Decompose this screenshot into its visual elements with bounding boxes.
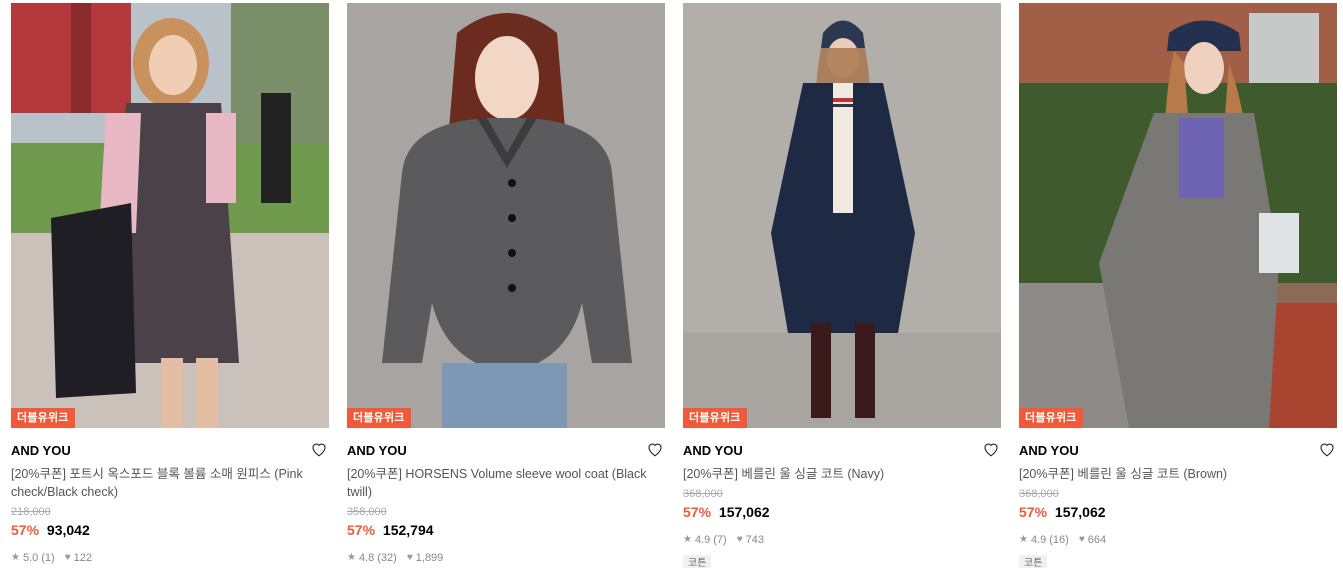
rating-count: (16) [1049,534,1069,546]
discount-rate: 57% [11,522,40,538]
like-count: 1,899 [415,552,444,564]
heart-filled-icon: ♥ [1078,534,1085,545]
sale-price: 152,794 [382,522,434,538]
rating-count: (1) [41,552,55,564]
product-image[interactable]: 더블유위크 [683,3,1001,428]
product-name[interactable]: [20%쿠폰] 베를린 울 싱글 코트 (Brown) [1019,465,1337,483]
promo-badge: 더블유위크 [1019,408,1083,428]
promo-badge: 더블유위크 [347,408,411,428]
review-meta: ★ 4.8 (32) ♥ 1,899 [347,551,665,565]
promo-badge: 더블유위크 [683,408,747,428]
original-price: 218,000 [11,506,51,518]
star-icon: ★ [347,552,356,563]
price-row: 57% 157,062 [1019,503,1337,521]
rating: 4.9 [694,534,711,546]
heart-outline-icon[interactable] [310,440,328,458]
rating-count: (32) [377,552,397,564]
product-name[interactable]: [20%쿠폰] 포트시 옥스포드 블록 볼륨 소매 원피스 (Pink chec… [11,465,329,501]
sale-price: 157,062 [1054,504,1106,520]
star-icon: ★ [11,552,20,563]
heart-filled-icon: ♥ [406,552,413,563]
product-grid: 더블유위크 AND YOU [20%쿠폰] 포트시 옥스포드 블록 볼륨 소매 … [0,0,1343,568]
original-price: 358,000 [347,506,387,518]
heart-outline-icon[interactable] [646,440,664,458]
heart-outline-icon[interactable] [982,440,1000,458]
like-count: 122 [73,552,93,564]
product-name[interactable]: [20%쿠폰] 베를린 울 싱글 코트 (Navy) [683,465,1001,483]
rating: 4.9 [1030,534,1047,546]
product-image[interactable]: 더블유위크 [1019,3,1337,428]
rating: 5.0 [22,552,39,564]
product-image[interactable]: 더블유위크 [347,3,665,428]
product-tag: 코튼 [1019,555,1048,568]
rating: 4.8 [358,552,375,564]
review-meta: ★ 4.9 (7) ♥ 743 [683,533,1001,547]
price-row: 57% 152,794 [347,521,665,539]
original-price: 368,000 [683,488,723,500]
price-row: 57% 157,062 [683,503,1001,521]
review-meta: ★ 4.9 (16) ♥ 664 [1019,533,1337,547]
like-count: 743 [745,534,765,546]
discount-rate: 57% [347,522,376,538]
product-card[interactable]: 더블유위크 AND YOU [20%쿠폰] 베를린 울 싱글 코트 (Navy)… [683,3,1001,568]
product-card[interactable]: 더블유위크 AND YOU [20%쿠폰] 포트시 옥스포드 블록 볼륨 소매 … [11,3,329,565]
brand-name[interactable]: AND YOU [1019,442,1337,460]
brand-name[interactable]: AND YOU [11,442,329,460]
promo-badge: 더블유위크 [11,408,75,428]
discount-rate: 57% [1019,504,1048,520]
review-meta: ★ 5.0 (1) ♥ 122 [11,551,329,565]
product-card[interactable]: 더블유위크 AND YOU [20%쿠폰] 베를린 울 싱글 코트 (Brown… [1019,3,1337,568]
rating-count: (7) [713,534,727,546]
sale-price: 93,042 [46,522,90,538]
product-name[interactable]: [20%쿠폰] HORSENS Volume sleeve wool coat … [347,465,665,501]
heart-outline-icon[interactable] [1318,440,1336,458]
price-row: 57% 93,042 [11,521,329,539]
heart-filled-icon: ♥ [64,552,71,563]
heart-filled-icon: ♥ [736,534,743,545]
star-icon: ★ [1019,534,1028,545]
brand-name[interactable]: AND YOU [347,442,665,460]
star-icon: ★ [683,534,692,545]
product-tag: 코튼 [683,555,712,568]
discount-rate: 57% [683,504,712,520]
original-price: 368,000 [1019,488,1059,500]
like-count: 664 [1087,534,1107,546]
product-card[interactable]: 더블유위크 AND YOU [20%쿠폰] HORSENS Volume sle… [347,3,665,565]
brand-name[interactable]: AND YOU [683,442,1001,460]
product-image[interactable]: 더블유위크 [11,3,329,428]
sale-price: 157,062 [718,504,770,520]
